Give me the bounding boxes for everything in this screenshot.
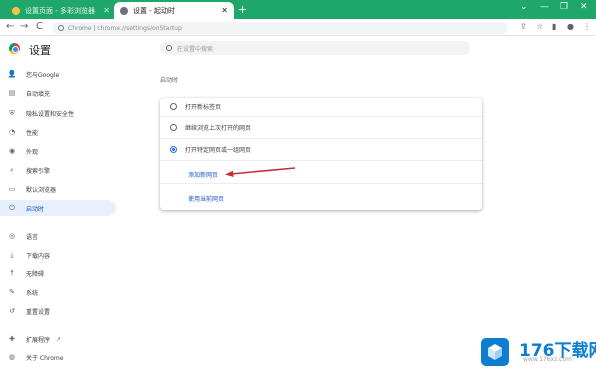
globe-icon: ◎ [8, 232, 16, 240]
sidebar-item-autofill[interactable]: ▤ 自动填充 [0, 85, 116, 101]
use-current-pages-link[interactable]: 使用当前网页 [188, 194, 224, 203]
sidebar-item-system[interactable]: ✎ 系统 [0, 284, 116, 300]
search-placeholder: 在设置中搜索 [177, 45, 214, 53]
option-label: 打开新标签页 [185, 103, 222, 111]
sidebar-item-label: 您与Google [26, 71, 60, 79]
browser-toolbar: ← → C Chrome | chrome://settings/onStart… [0, 19, 596, 36]
tab-strip: 设置页面 - 多彩浏览器 ✕ 设置 - 起动时 ✕ + ⌄ — ❐ ✕ [0, 0, 596, 19]
wrench-icon: ✎ [9, 288, 15, 296]
sidebar-item-extensions[interactable]: ✚ 扩展程序 ↗ [0, 331, 116, 347]
tab-active[interactable]: 设置 - 起动时 ✕ [114, 2, 234, 19]
back-button[interactable]: ← [6, 21, 14, 32]
maximize-button[interactable]: ❐ [560, 2, 568, 12]
sidebar-item-search-engine[interactable]: ⌕ 搜索引擎 [0, 162, 116, 178]
menu-icon[interactable]: ⋮ [583, 22, 591, 31]
download-icon: ⤓ [10, 250, 14, 259]
new-tab-button[interactable]: + [238, 3, 247, 16]
address-bar[interactable]: Chrome | chrome://settings/onStartup [52, 22, 508, 34]
watermark-site: www.176xz.com [523, 356, 572, 363]
sidebar-item-label: 启动时 [26, 205, 45, 213]
chrome-logo-icon [9, 43, 20, 54]
profile-icon[interactable]: ● [567, 22, 574, 31]
palette-icon: ◉ [8, 147, 16, 155]
annotation-arrow [225, 167, 296, 177]
add-new-page-link[interactable]: 添加新网页 [188, 170, 218, 179]
sidebar-item-reset[interactable]: ↺ 重置设置 [0, 303, 116, 319]
tab-close-icon[interactable]: ✕ [221, 6, 228, 15]
search-icon [166, 45, 172, 51]
accessibility-icon: ☨ [10, 269, 14, 277]
sidebar-item-label: 扩展程序 [26, 336, 51, 344]
bookmark-star-icon[interactable]: ☆ [536, 22, 543, 31]
tab-search-icon[interactable]: ⌄ [520, 2, 528, 12]
radio-button-checked[interactable] [170, 145, 177, 153]
radio-button[interactable] [170, 123, 177, 131]
radio-button[interactable] [170, 102, 177, 110]
site-info-icon[interactable] [58, 25, 64, 31]
sidebar-item-appearance[interactable]: ◉ 外观 [0, 143, 116, 159]
side-panel-icon[interactable]: ▮ [552, 22, 556, 31]
sidebar-item-label: 无障碍 [26, 270, 45, 278]
sidebar-item-label: 隐私设置和安全性 [26, 110, 75, 118]
address-url: Chrome | chrome://settings/onStartup [68, 24, 182, 32]
settings-search-input[interactable]: 在设置中搜索 [160, 41, 470, 55]
sidebar-item-downloads[interactable]: ⤓ 下载内容 [0, 247, 116, 263]
sidebar-item-performance[interactable]: ◔ 性能 [0, 124, 116, 140]
section-title: 启动时 [160, 77, 179, 84]
shield-icon: ⛨ [9, 108, 15, 117]
divider [160, 160, 482, 161]
minimize-button[interactable]: — [540, 2, 549, 12]
person-icon: 👤 [7, 70, 17, 78]
tab-close-icon[interactable]: ✕ [103, 6, 110, 15]
sidebar-item-label: 重置设置 [26, 308, 51, 316]
reload-button[interactable]: C [36, 21, 43, 32]
startup-card: 打开新标签页 继续浏览上次打开的网页 打开特定网页或一组网页 添加新网页 使用当… [160, 98, 482, 210]
sidebar-item-accessibility[interactable]: ☨ 无障碍 [0, 265, 116, 281]
search-icon: ⌕ [10, 165, 14, 174]
option-label: 继续浏览上次打开的网页 [185, 124, 252, 132]
autofill-icon: ▤ [8, 89, 16, 97]
tab-inactive[interactable]: 设置页面 - 多彩浏览器 ✕ [6, 2, 116, 19]
sidebar-item-label: 语言 [26, 233, 39, 241]
browser-icon: ▭ [8, 185, 16, 193]
sidebar-item-label: 默认浏览器 [26, 186, 57, 194]
sidebar-item-label: 下载内容 [26, 252, 51, 260]
sidebar-item-label: 自动填充 [26, 90, 51, 98]
startup-option-specific-pages[interactable]: 打开特定网页或一组网页 [160, 141, 482, 157]
close-window-button[interactable]: ✕ [580, 2, 588, 12]
option-label: 打开特定网页或一组网页 [185, 146, 252, 154]
sidebar-item-you-and-google[interactable]: 👤 您与Google [0, 66, 116, 82]
external-link-icon: ↗ [56, 335, 62, 343]
sidebar-item-about-chrome[interactable]: ◍ 关于 Chrome [0, 349, 116, 365]
tab-favicon-icon [12, 6, 20, 15]
divider [160, 138, 482, 139]
speed-icon: ◔ [8, 128, 16, 136]
sidebar-item-label: 搜索引擎 [26, 167, 51, 175]
settings-favicon-icon [120, 6, 128, 15]
sidebar-item-default-browser[interactable]: ▭ 默认浏览器 [0, 181, 116, 197]
forward-button[interactable]: → [20, 21, 28, 32]
puzzle-icon: ✚ [9, 335, 15, 343]
reset-icon: ↺ [9, 307, 15, 315]
sidebar-item-label: 系统 [26, 289, 39, 297]
share-icon[interactable]: ⇪ [520, 22, 527, 31]
tab-title: 设置页面 - 多彩浏览器 [25, 6, 95, 15]
sidebar-item-label: 外观 [26, 148, 39, 156]
page-title: 设置 [29, 44, 51, 57]
power-icon: ⏻ [9, 203, 15, 212]
watermark-logo-icon [481, 338, 509, 366]
chrome-icon: ◍ [8, 353, 16, 361]
sidebar-item-label: 关于 Chrome [26, 354, 64, 362]
sidebar-item-on-startup[interactable]: ⏻ 启动时 [0, 200, 116, 216]
divider [160, 116, 482, 117]
divider [160, 183, 482, 184]
sidebar-item-label: 性能 [26, 129, 39, 137]
startup-option-continue[interactable]: 继续浏览上次打开的网页 [160, 119, 482, 135]
startup-option-new-tab[interactable]: 打开新标签页 [160, 98, 482, 114]
sidebar-item-privacy[interactable]: ⛨ 隐私设置和安全性 [0, 105, 116, 121]
sidebar-item-languages[interactable]: ◎ 语言 [0, 228, 116, 244]
tab-title: 设置 - 起动时 [133, 6, 175, 15]
